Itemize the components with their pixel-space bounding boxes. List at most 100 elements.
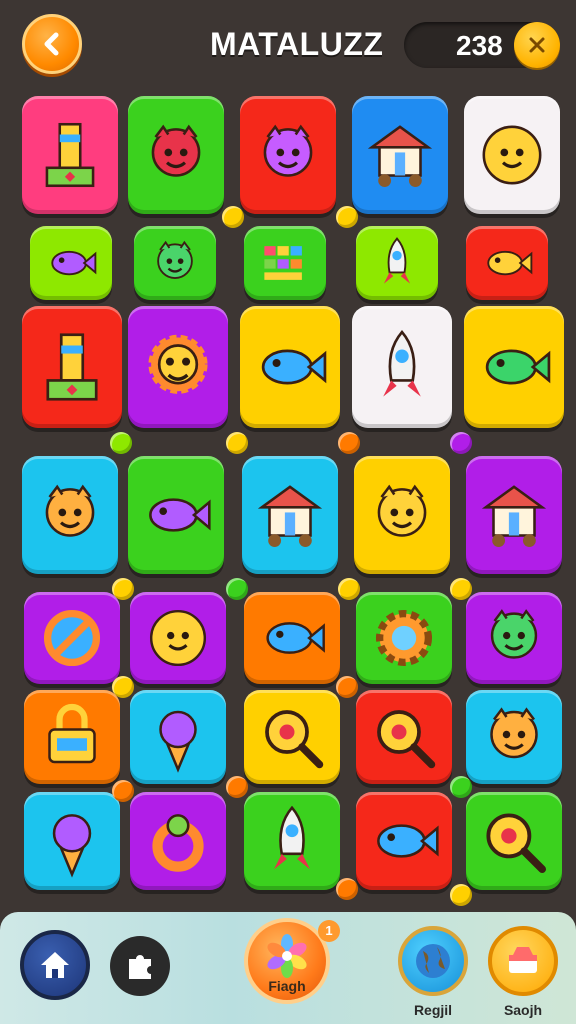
board-tile[interactable] — [466, 226, 548, 300]
home-icon — [41, 952, 69, 978]
board-tile[interactable] — [22, 96, 118, 214]
badge-count: 1 — [325, 923, 333, 938]
board-tile[interactable] — [128, 306, 228, 428]
score-value: 238 — [456, 30, 503, 61]
yellow-creature-icon — [377, 484, 427, 537]
board-tile[interactable] — [356, 592, 452, 684]
candy-dot — [338, 432, 360, 454]
board-tile[interactable] — [356, 226, 438, 300]
no-sign-icon — [43, 609, 101, 667]
board-tile[interactable] — [466, 792, 562, 890]
smiley-face-icon — [149, 609, 207, 667]
board-tile[interactable] — [30, 226, 112, 300]
board-tile[interactable] — [130, 690, 226, 784]
blue-fish-icon — [261, 349, 327, 385]
puzzle-button[interactable] — [110, 936, 170, 996]
rocket-icon — [383, 237, 411, 284]
candy-dot — [112, 676, 134, 698]
candy-dot — [222, 206, 244, 228]
back-button[interactable] — [22, 14, 82, 74]
globe-button[interactable] — [398, 926, 468, 996]
blue-fish-icon — [266, 622, 325, 654]
shop-icon — [509, 947, 537, 973]
green-turtle-icon — [157, 240, 193, 279]
board-tile[interactable] — [464, 96, 560, 214]
magnifier-icon — [486, 813, 547, 874]
board-tile[interactable] — [466, 690, 562, 784]
board-tile[interactable] — [352, 306, 452, 428]
lighthouse-icon — [45, 122, 95, 188]
home-button[interactable] — [20, 930, 90, 1000]
board-tile[interactable] — [352, 96, 448, 214]
tower-icon — [46, 333, 98, 401]
board-tile[interactable] — [354, 456, 450, 574]
house-cart-icon — [367, 125, 433, 188]
shop-button[interactable] — [488, 926, 558, 996]
candy-dot — [226, 776, 248, 798]
candy-dot — [110, 432, 132, 454]
gear-icon — [375, 609, 433, 667]
devil-critter-icon — [151, 124, 201, 177]
candy-dot — [112, 780, 134, 802]
board-tile[interactable] — [134, 226, 216, 300]
candy-dot — [336, 206, 358, 228]
board-tile[interactable] — [244, 792, 340, 890]
magnifier-icon — [377, 710, 436, 769]
smiley-face-icon — [482, 125, 542, 185]
candy-dot — [450, 776, 472, 798]
ice-cream-icon — [159, 710, 197, 773]
pirate-kid-icon — [490, 707, 538, 759]
board-tile[interactable] — [244, 690, 340, 784]
board-tile[interactable] — [240, 306, 340, 428]
center-label: Fiagh — [268, 978, 306, 994]
globe-label: Regjil — [413, 1002, 453, 1018]
board-tile[interactable] — [466, 592, 562, 684]
candy-dot — [450, 884, 472, 906]
house-icon — [257, 485, 323, 548]
board-tile[interactable] — [466, 456, 562, 574]
color-blocks-icon — [264, 246, 302, 280]
board-tile[interactable] — [356, 690, 452, 784]
globe-icon — [416, 944, 450, 978]
board-tile[interactable] — [356, 792, 452, 890]
purple-fish-icon — [149, 498, 211, 532]
pirate-kid-icon — [45, 484, 95, 537]
candy-dot — [112, 578, 134, 600]
board-tile[interactable] — [24, 592, 120, 684]
board-tile[interactable] — [240, 96, 336, 214]
close-icon — [529, 37, 545, 53]
board-tile[interactable] — [128, 96, 224, 214]
green-fish-icon — [485, 349, 551, 385]
temple-icon — [481, 485, 547, 548]
board-tile[interactable] — [22, 306, 122, 428]
flower-icon — [267, 934, 307, 978]
purple-fish-icon — [51, 250, 97, 276]
shop-label: Saojh — [503, 1002, 543, 1018]
candy-dot — [338, 578, 360, 600]
board-tile[interactable] — [242, 456, 338, 574]
notification-badge: 1 — [318, 920, 340, 942]
candy-dot — [226, 578, 248, 600]
sunflower-icon — [148, 334, 208, 394]
board-tile[interactable] — [244, 226, 326, 300]
candy-dot — [336, 878, 358, 900]
board-tile[interactable] — [128, 456, 224, 574]
ice-cream-critter-icon — [52, 814, 92, 878]
board-tile[interactable] — [244, 592, 340, 684]
candy-dot — [226, 432, 248, 454]
board-tile[interactable] — [24, 792, 120, 890]
game-title: MATALUZZ — [210, 26, 384, 62]
board-tile[interactable] — [130, 792, 226, 890]
close-button[interactable] — [514, 22, 560, 68]
bottle-icon — [274, 805, 310, 870]
puzzle-piece-icon — [129, 955, 151, 979]
purple-critter-icon — [263, 124, 313, 177]
top-bar: MATALUZZ 238 — [0, 0, 576, 90]
board-tile[interactable] — [130, 592, 226, 684]
board-tile[interactable] — [22, 456, 118, 574]
board-tile[interactable] — [24, 690, 120, 784]
ring-toy-icon — [152, 814, 204, 872]
board-tile[interactable] — [464, 306, 564, 428]
lock-icon — [48, 703, 96, 764]
candy-dot — [450, 578, 472, 600]
